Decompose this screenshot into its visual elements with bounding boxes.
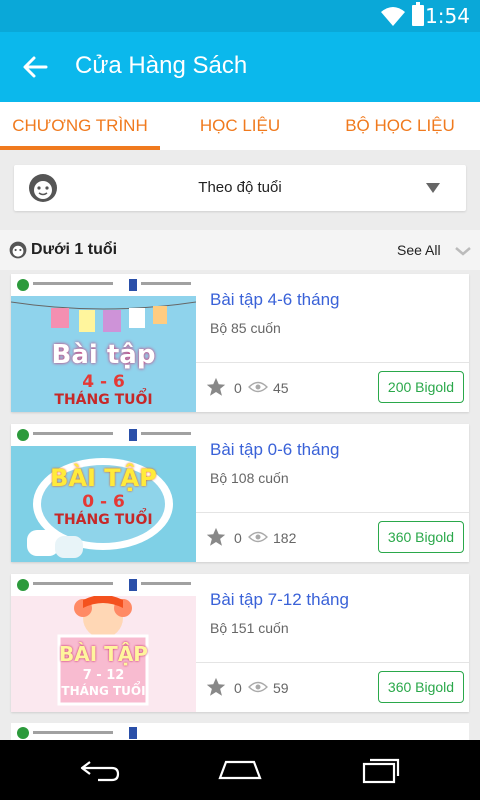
- section-header: Dưới 1 tuổi See All: [0, 230, 480, 270]
- price-button[interactable]: 360 Bigold: [378, 521, 464, 553]
- age-filter-dropdown[interactable]: Theo độ tuổi: [14, 165, 466, 211]
- page-title: Cửa Hàng Sách: [75, 52, 248, 79]
- book-card[interactable]: Bài tập 4 - 6 THÁNG TUỔI Bài tập 4-6 thá…: [11, 274, 469, 412]
- cover-subtitle: THÁNG TUỔI: [61, 684, 146, 698]
- system-nav-bar: [0, 740, 480, 800]
- book-title[interactable]: Bài tập 7-12 tháng: [210, 590, 349, 610]
- cover-title: BÀI TẬP: [59, 642, 148, 666]
- cover-subtitle: THÁNG TUỔI: [54, 392, 153, 408]
- cover-range: 7 - 12: [82, 668, 125, 683]
- see-all-link[interactable]: See All: [397, 242, 441, 258]
- baby-face-icon: [9, 241, 27, 259]
- book-card[interactable]: BÀI TẬP 0 - 6 THÁNG TUỔI Bài tập 0-6 thá…: [11, 424, 469, 562]
- nav-home-icon[interactable]: [216, 758, 264, 782]
- rating-value: 0: [234, 380, 242, 396]
- eye-icon: [248, 531, 268, 543]
- tab-chuong-trinh[interactable]: CHƯƠNG TRÌNH: [0, 102, 160, 150]
- cover-range: 0 - 6: [82, 492, 125, 512]
- app-bar: Cửa Hàng Sách: [0, 32, 480, 102]
- view-count: 182: [273, 530, 297, 546]
- view-count: 45: [273, 380, 289, 396]
- book-count: Bộ 151 cuốn: [210, 620, 289, 636]
- arrow-left-icon[interactable]: [20, 52, 50, 82]
- book-cover-image: BÀI TẬP 0 - 6 THÁNG TUỔI: [11, 424, 196, 562]
- book-cover-image: Bài tập 4 - 6 THÁNG TUỔI: [11, 274, 196, 412]
- status-time: 1:54: [425, 4, 470, 28]
- book-cover-image: BÀI TẬP 7 - 12 THÁNG TUỔI: [11, 574, 196, 712]
- price-button[interactable]: 360 Bigold: [378, 671, 464, 703]
- rating-value: 0: [234, 530, 242, 546]
- nav-back-icon[interactable]: [78, 758, 122, 782]
- cover-subtitle: THÁNG TUỔI: [54, 512, 153, 528]
- section-title: Dưới 1 tuổi: [31, 241, 118, 258]
- cover-title: BÀI TẬP: [50, 464, 157, 492]
- star-icon: [206, 677, 226, 696]
- view-count: 59: [273, 680, 289, 696]
- book-title[interactable]: Bài tập 0-6 tháng: [210, 440, 339, 460]
- eye-icon: [248, 381, 268, 393]
- book-count: Bộ 85 cuốn: [210, 320, 281, 336]
- chevron-down-icon[interactable]: [454, 246, 472, 256]
- nav-recents-icon[interactable]: [360, 754, 404, 784]
- cover-title: Bài tập: [51, 340, 156, 370]
- filter-selected-value: Theo độ tuổi: [198, 179, 282, 196]
- price-button[interactable]: 200 Bigold: [378, 371, 464, 403]
- star-icon: [206, 527, 226, 546]
- tab-bo-hoc-lieu[interactable]: BỘ HỌC LIỆU: [320, 102, 480, 150]
- wifi-icon: [381, 7, 405, 26]
- book-card-partial[interactable]: [11, 723, 469, 740]
- cover-range: 4 - 6: [82, 372, 125, 392]
- book-count: Bộ 108 cuốn: [210, 470, 289, 486]
- book-title[interactable]: Bài tập 4-6 tháng: [210, 290, 339, 310]
- eye-icon: [248, 681, 268, 693]
- dropdown-caret-icon: [426, 183, 440, 193]
- book-card[interactable]: BÀI TẬP 7 - 12 THÁNG TUỔI Bài tập 7-12 t…: [11, 574, 469, 712]
- tab-hoc-lieu[interactable]: HỌC LIỆU: [160, 102, 320, 150]
- star-icon: [206, 377, 226, 396]
- tab-bar: CHƯƠNG TRÌNH HỌC LIỆU BỘ HỌC LIỆU: [0, 102, 480, 150]
- battery-icon: [412, 2, 424, 26]
- status-bar: 1:54: [0, 0, 480, 32]
- rating-value: 0: [234, 680, 242, 696]
